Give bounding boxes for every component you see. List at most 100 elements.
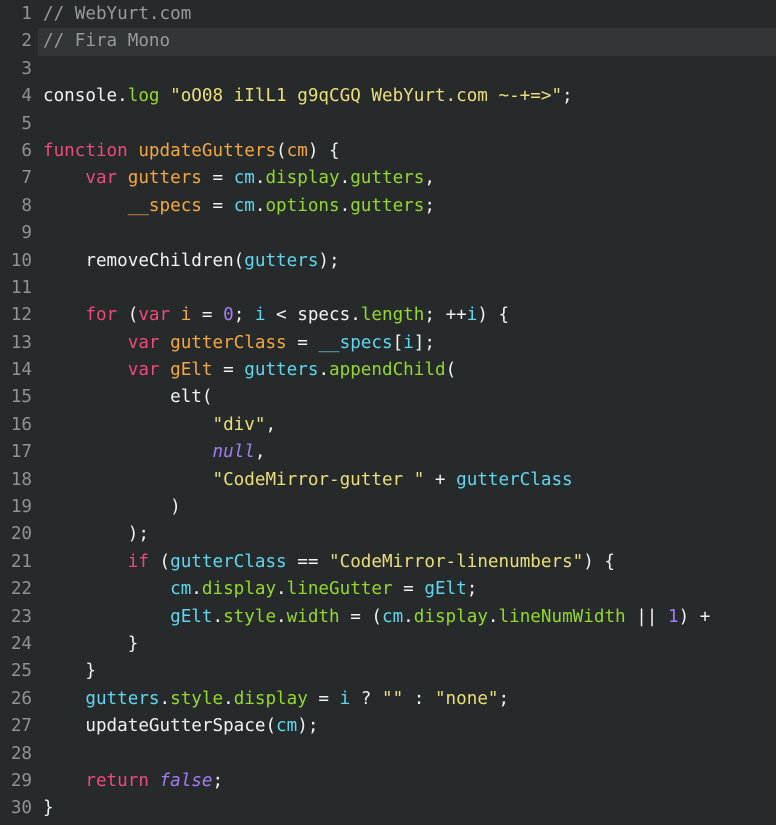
code-line-content[interactable]: elt( — [38, 384, 776, 411]
code-line[interactable]: 20 ); — [0, 521, 776, 548]
code-token: i — [180, 305, 192, 326]
line-number: 20 — [10, 524, 32, 545]
code-line[interactable]: 29 return false; — [0, 768, 776, 795]
code-token: } — [43, 633, 139, 654]
code-line-content[interactable] — [38, 741, 776, 768]
code-line[interactable]: 24 } — [0, 631, 776, 658]
code-line[interactable]: 28 — [0, 741, 776, 768]
code-line[interactable]: 16 "div", — [0, 412, 776, 439]
code-line-content[interactable]: // WebYurt.com — [38, 1, 776, 28]
code-line-content[interactable]: cm.display.lineGutter = gElt; — [38, 576, 776, 603]
code-line[interactable]: 22 cm.display.lineGutter = gElt; — [0, 576, 776, 603]
code-line-content[interactable]: for (var i = 0; i < specs.length; ++i) { — [38, 302, 776, 329]
code-line-content[interactable]: ); — [38, 521, 776, 548]
code-line[interactable]: 9 — [0, 220, 776, 247]
code-line[interactable]: 25 } — [0, 658, 776, 685]
code-line[interactable]: 13 var gutterClass = __specs[i]; — [0, 330, 776, 357]
code-token: elt — [43, 387, 202, 408]
code-token: options — [265, 195, 340, 216]
code-lines-container[interactable]: 1// WebYurt.com 2// Fira Mono 3 4 console.lo… — [0, 0, 776, 823]
code-token: ; — [212, 770, 224, 791]
code-line-content[interactable]: ) — [38, 494, 776, 521]
code-token: cm — [170, 579, 192, 600]
code-line[interactable]: 27 updateGutterSpace(cm); — [0, 713, 776, 740]
code-line[interactable]: 10 removeChildren(gutters); — [0, 248, 776, 275]
code-line[interactable]: 2 // Fira Mono — [0, 28, 776, 56]
line-number: 24 — [10, 633, 32, 654]
code-line[interactable]: 21 if (gutterClass == "CodeMirror-linenu… — [0, 549, 776, 576]
code-token: lineGutter — [286, 579, 393, 600]
code-line-content[interactable]: console.log "oO08 iIlL1 g9qCGQ WebYurt.c… — [38, 83, 776, 110]
code-token: . — [254, 195, 266, 216]
code-line-content[interactable]: gutters.style.display = i ? "" : "none"; — [38, 686, 776, 713]
code-token: } — [43, 798, 54, 819]
code-token: updateGutters — [138, 140, 277, 161]
code-token: gutterClass — [456, 469, 573, 490]
code-line[interactable]: 11 — [0, 275, 776, 302]
code-line-content[interactable] — [38, 56, 776, 83]
code-token: display — [265, 168, 340, 189]
code-token: function — [43, 140, 128, 161]
code-line-content[interactable]: } — [38, 795, 776, 822]
code-token: , — [254, 442, 266, 463]
line-number: 17 — [10, 442, 32, 463]
code-line-content[interactable] — [38, 220, 776, 247]
code-line-content[interactable]: return false; — [38, 768, 776, 795]
code-line-content[interactable]: function updateGutters(cm) { — [38, 138, 776, 165]
code-editor[interactable]: 1// WebYurt.com 2// Fira Mono 3 4 console.lo… — [0, 0, 776, 825]
code-line[interactable]: 8 __specs = cm.options.gutters; — [0, 193, 776, 220]
code-line[interactable]: 1 // WebYurt.com — [0, 1, 776, 28]
code-line[interactable]: 17 null, — [0, 439, 776, 466]
code-token: == — [286, 551, 330, 572]
code-token: // Fira Mono — [43, 31, 171, 52]
code-line-content[interactable] — [38, 111, 776, 138]
code-line-content[interactable]: __specs = cm.options.gutters; — [38, 193, 776, 220]
code-line-content[interactable]: "CodeMirror-gutter " + gutterClass — [38, 467, 776, 494]
code-line[interactable]: 7 var gutters = cm.display.gutters, — [0, 165, 776, 192]
code-token: console — [43, 86, 118, 107]
line-number: 11 — [10, 277, 32, 298]
code-line[interactable]: 6 function updateGutters(cm) { — [0, 138, 776, 165]
code-token: gutters — [350, 195, 425, 216]
code-line[interactable]: 4 console.log "oO08 iIlL1 g9qCGQ WebYurt.… — [0, 83, 776, 110]
code-line-content[interactable]: // Fira Mono — [38, 28, 776, 56]
code-token: gElt — [170, 606, 213, 627]
code-line[interactable]: 30} — [0, 795, 776, 822]
code-token: 1 — [668, 606, 679, 627]
code-token: . — [318, 360, 330, 381]
code-line-content[interactable]: var gElt = gutters.appendChild( — [38, 357, 776, 384]
code-line-content[interactable]: var gutterClass = __specs[i]; — [38, 330, 776, 357]
code-line-content[interactable]: gElt.style.width = (cm.display.lineNumWi… — [38, 604, 776, 631]
code-line-content[interactable]: var gutters = cm.display.gutters, — [38, 165, 776, 192]
code-line-content[interactable]: updateGutterSpace(cm); — [38, 713, 776, 740]
line-number: 9 — [21, 223, 32, 244]
code-line[interactable]: 19 ) — [0, 494, 776, 521]
code-line[interactable]: 12 for (var i = 0; i < specs.length; ++i… — [0, 302, 776, 329]
code-token: appendChild — [329, 360, 446, 381]
code-token: , — [424, 168, 435, 189]
code-token: "" — [382, 688, 404, 709]
code-line-content[interactable]: "div", — [38, 412, 776, 439]
code-token: "none" — [434, 688, 499, 709]
code-line[interactable]: 15 elt( — [0, 384, 776, 411]
code-line-content[interactable]: } — [38, 631, 776, 658]
code-line-content[interactable]: if (gutterClass == "CodeMirror-linenumbe… — [38, 549, 776, 576]
code-token: display — [413, 606, 488, 627]
code-token: var — [127, 332, 160, 353]
code-line-content[interactable]: null, — [38, 439, 776, 466]
code-line-content[interactable] — [38, 275, 776, 302]
code-line[interactable]: 18 "CodeMirror-gutter " + gutterClass — [0, 467, 776, 494]
code-line[interactable]: 23 gElt.style.width = (cm.display.lineNu… — [0, 604, 776, 631]
code-line[interactable]: 5 — [0, 111, 776, 138]
code-line[interactable]: 14 var gElt = gutters.appendChild( — [0, 357, 776, 384]
code-line-content[interactable]: } — [38, 658, 776, 685]
code-token: 0 — [223, 305, 234, 326]
code-line[interactable]: 26 gutters.style.display = i ? "" : "non… — [0, 686, 776, 713]
line-number: 2 — [21, 31, 32, 52]
code-token: = — [307, 688, 340, 709]
code-line-content[interactable]: removeChildren(gutters); — [38, 248, 776, 275]
code-line[interactable]: 3 — [0, 56, 776, 83]
